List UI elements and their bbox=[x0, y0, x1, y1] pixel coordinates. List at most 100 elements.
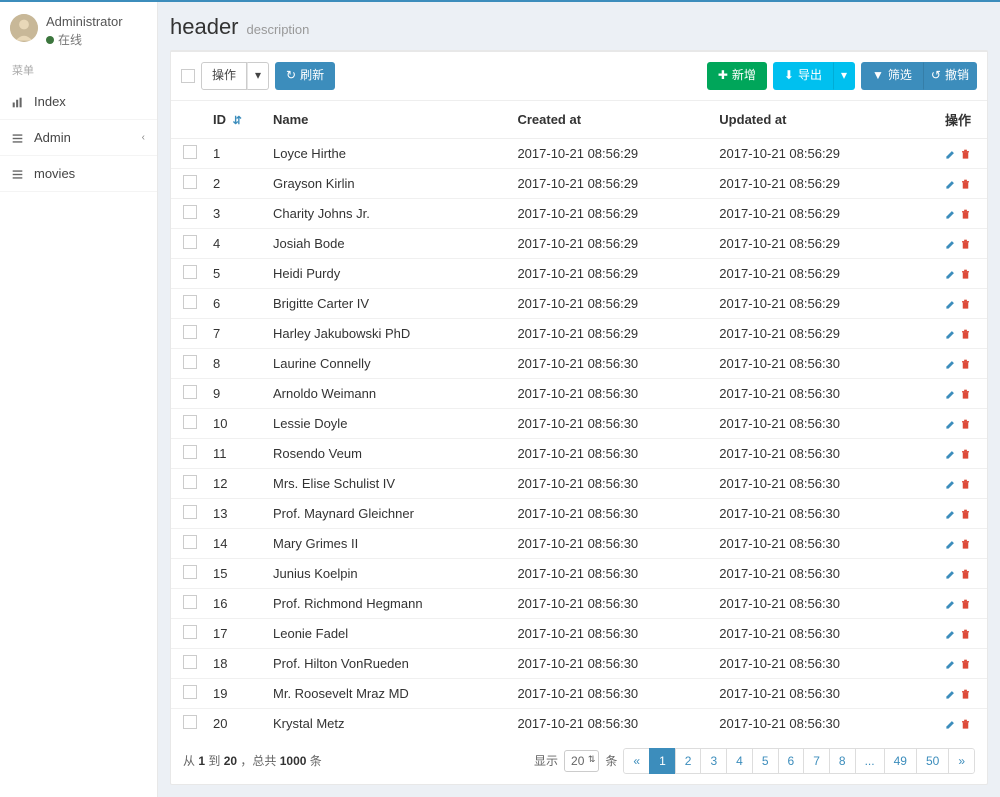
page-6[interactable]: 6 bbox=[778, 748, 805, 774]
user-status: 在线 bbox=[46, 31, 123, 48]
edit-icon[interactable] bbox=[945, 686, 956, 701]
cell-updated: 2017-10-21 08:56:29 bbox=[711, 318, 913, 348]
page-49[interactable]: 49 bbox=[884, 748, 917, 774]
export-button[interactable]: ⬇ 导出 bbox=[773, 62, 833, 90]
cell-id: 14 bbox=[205, 528, 265, 558]
trash-icon[interactable] bbox=[960, 446, 971, 461]
trash-icon[interactable] bbox=[960, 626, 971, 641]
cell-created: 2017-10-21 08:56:30 bbox=[509, 498, 711, 528]
row-checkbox[interactable] bbox=[183, 145, 197, 159]
action-dropdown[interactable]: 操作 ▾ bbox=[201, 62, 269, 90]
edit-icon[interactable] bbox=[945, 536, 956, 551]
trash-icon[interactable] bbox=[960, 326, 971, 341]
edit-icon[interactable] bbox=[945, 296, 956, 311]
edit-icon[interactable] bbox=[945, 506, 956, 521]
export-caret[interactable]: ▾ bbox=[833, 62, 855, 90]
page-5[interactable]: 5 bbox=[752, 748, 779, 774]
edit-icon[interactable] bbox=[945, 476, 956, 491]
page-8[interactable]: 8 bbox=[829, 748, 856, 774]
col-updated[interactable]: Updated at bbox=[711, 100, 913, 138]
row-checkbox[interactable] bbox=[183, 175, 197, 189]
page-7[interactable]: 7 bbox=[803, 748, 830, 774]
trash-icon[interactable] bbox=[960, 236, 971, 251]
trash-icon[interactable] bbox=[960, 476, 971, 491]
row-checkbox[interactable] bbox=[183, 355, 197, 369]
row-checkbox[interactable] bbox=[183, 385, 197, 399]
row-checkbox[interactable] bbox=[183, 445, 197, 459]
page-»[interactable]: » bbox=[948, 748, 975, 774]
action-button[interactable]: 操作 bbox=[201, 62, 247, 90]
col-id[interactable]: ID ⇵ bbox=[205, 100, 265, 138]
edit-icon[interactable] bbox=[945, 416, 956, 431]
edit-icon[interactable] bbox=[945, 236, 956, 251]
row-checkbox[interactable] bbox=[183, 565, 197, 579]
trash-icon[interactable] bbox=[960, 536, 971, 551]
trash-icon[interactable] bbox=[960, 206, 971, 221]
col-name[interactable]: Name bbox=[265, 100, 509, 138]
row-checkbox[interactable] bbox=[183, 235, 197, 249]
trash-icon[interactable] bbox=[960, 656, 971, 671]
trash-icon[interactable] bbox=[960, 296, 971, 311]
cell-id: 5 bbox=[205, 258, 265, 288]
row-checkbox[interactable] bbox=[183, 265, 197, 279]
trash-icon[interactable] bbox=[960, 176, 971, 191]
trash-icon[interactable] bbox=[960, 566, 971, 581]
trash-icon[interactable] bbox=[960, 416, 971, 431]
edit-icon[interactable] bbox=[945, 626, 956, 641]
edit-icon[interactable] bbox=[945, 206, 956, 221]
page-4[interactable]: 4 bbox=[726, 748, 753, 774]
per-page-select[interactable]: 20 bbox=[564, 750, 599, 772]
edit-icon[interactable] bbox=[945, 716, 956, 731]
refresh-button[interactable]: ↻ 刷新 bbox=[275, 62, 335, 90]
sidebar-item-admin[interactable]: Admin‹ bbox=[0, 120, 157, 156]
col-created[interactable]: Created at bbox=[509, 100, 711, 138]
trash-icon[interactable] bbox=[960, 596, 971, 611]
trash-icon[interactable] bbox=[960, 146, 971, 161]
export-group[interactable]: ⬇ 导出 ▾ bbox=[773, 62, 855, 90]
edit-icon[interactable] bbox=[945, 566, 956, 581]
action-caret[interactable]: ▾ bbox=[247, 62, 269, 90]
select-all-checkbox[interactable] bbox=[181, 69, 195, 83]
trash-icon[interactable] bbox=[960, 386, 971, 401]
page-1[interactable]: 1 bbox=[649, 748, 676, 774]
row-checkbox[interactable] bbox=[183, 715, 197, 729]
show-label: 显示 bbox=[534, 752, 558, 769]
edit-icon[interactable] bbox=[945, 656, 956, 671]
page-3[interactable]: 3 bbox=[700, 748, 727, 774]
edit-icon[interactable] bbox=[945, 266, 956, 281]
page-«[interactable]: « bbox=[623, 748, 650, 774]
trash-icon[interactable] bbox=[960, 686, 971, 701]
edit-icon[interactable] bbox=[945, 596, 956, 611]
row-checkbox[interactable] bbox=[183, 205, 197, 219]
filter-button[interactable]: ▼ 筛选 bbox=[861, 62, 923, 90]
edit-icon[interactable] bbox=[945, 446, 956, 461]
table-row: 8Laurine Connelly2017-10-21 08:56:302017… bbox=[171, 348, 987, 378]
cell-id: 7 bbox=[205, 318, 265, 348]
row-checkbox[interactable] bbox=[183, 475, 197, 489]
edit-icon[interactable] bbox=[945, 146, 956, 161]
row-checkbox[interactable] bbox=[183, 655, 197, 669]
sidebar-item-index[interactable]: Index bbox=[0, 84, 157, 120]
new-button[interactable]: ✚ 新增 bbox=[707, 62, 767, 90]
trash-icon[interactable] bbox=[960, 266, 971, 281]
row-checkbox[interactable] bbox=[183, 295, 197, 309]
filter-undo-group: ▼ 筛选 ↺ 撤销 bbox=[861, 62, 977, 90]
edit-icon[interactable] bbox=[945, 326, 956, 341]
trash-icon[interactable] bbox=[960, 716, 971, 731]
edit-icon[interactable] bbox=[945, 356, 956, 371]
sidebar-item-movies[interactable]: movies bbox=[0, 156, 157, 192]
edit-icon[interactable] bbox=[945, 176, 956, 191]
undo-button[interactable]: ↺ 撤销 bbox=[923, 62, 977, 90]
page-2[interactable]: 2 bbox=[675, 748, 702, 774]
trash-icon[interactable] bbox=[960, 356, 971, 371]
row-checkbox[interactable] bbox=[183, 625, 197, 639]
row-checkbox[interactable] bbox=[183, 325, 197, 339]
trash-icon[interactable] bbox=[960, 506, 971, 521]
row-checkbox[interactable] bbox=[183, 595, 197, 609]
page-50[interactable]: 50 bbox=[916, 748, 949, 774]
row-checkbox[interactable] bbox=[183, 415, 197, 429]
row-checkbox[interactable] bbox=[183, 535, 197, 549]
row-checkbox[interactable] bbox=[183, 505, 197, 519]
edit-icon[interactable] bbox=[945, 386, 956, 401]
cell-created: 2017-10-21 08:56:29 bbox=[509, 288, 711, 318]
